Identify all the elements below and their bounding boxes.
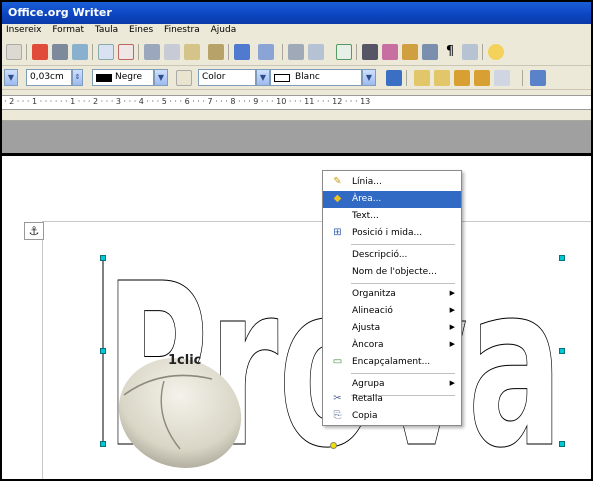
resize-handle-bottom-right[interactable]	[559, 441, 565, 447]
menu-item-label: Àrea...	[352, 194, 382, 204]
menu-item-alignment[interactable]: Alineació ▶	[323, 303, 461, 320]
menu-item-label: Encapçalament...	[352, 357, 431, 367]
caption-icon: ▭	[332, 356, 343, 367]
copy-icon: ⎘	[333, 410, 342, 421]
menu-item-label: Copia	[352, 411, 378, 421]
submenu-arrow-icon: ▶	[449, 306, 455, 314]
resize-handle-middle-right[interactable]	[559, 348, 565, 354]
menu-item-wrap[interactable]: Ajusta ▶	[323, 320, 461, 337]
submenu-arrow-icon: ▶	[449, 340, 455, 348]
menu-item-label: Línia...	[352, 177, 382, 187]
fontwork-object[interactable]: Prova	[2, 2, 593, 481]
menu-item-caption[interactable]: ▭ Encapçalament...	[323, 354, 461, 371]
fontwork-control-point[interactable]	[330, 442, 337, 449]
resize-handle-top-right[interactable]	[559, 255, 565, 261]
menu-item-arrange[interactable]: Organitza ▶	[323, 286, 461, 303]
menu-item-anchor[interactable]: Àncora ▶	[323, 337, 461, 354]
click-hint-label: 1clic	[168, 353, 202, 368]
area-fill-icon: ◆	[333, 193, 342, 204]
menu-item-text[interactable]: Text...	[323, 208, 461, 225]
menu-item-line[interactable]: ✎ Línia...	[323, 174, 461, 191]
context-menu: ✎ Línia... ◆ Àrea... Text... ⊞ Posició i…	[322, 170, 462, 426]
menu-item-label: Nom de l'objecte...	[352, 267, 437, 277]
menu-item-description[interactable]: Descripció...	[323, 247, 461, 264]
menu-item-label: Organitza	[352, 289, 396, 299]
menu-item-label: Agrupa	[352, 379, 385, 389]
menu-item-label: Àncora	[352, 340, 384, 350]
menu-item-position-size[interactable]: ⊞ Posició i mida...	[323, 225, 461, 242]
menu-separator	[351, 283, 455, 284]
menu-separator	[351, 373, 455, 374]
menu-item-label: Retalla	[352, 394, 383, 404]
writer-window: Office.org Writer Insereix Format Taula …	[0, 0, 593, 481]
menu-item-label: Descripció...	[352, 250, 408, 260]
menu-item-object-name[interactable]: Nom de l'objecte...	[323, 264, 461, 281]
menu-item-area[interactable]: ◆ Àrea...	[323, 191, 461, 208]
line-icon: ✎	[333, 176, 342, 187]
cut-icon: ✂	[333, 393, 342, 404]
menu-item-cut[interactable]: ✂ Retalla	[323, 391, 461, 408]
resize-handle-top-left[interactable]	[100, 255, 106, 261]
menu-item-label: Ajusta	[352, 323, 381, 333]
menu-item-copy[interactable]: ⎘ Copia	[323, 408, 461, 425]
menu-separator	[351, 244, 455, 245]
menu-item-label: Posició i mida...	[352, 228, 423, 238]
submenu-arrow-icon: ▶	[449, 323, 455, 331]
menu-item-label: Alineació	[352, 306, 393, 316]
submenu-arrow-icon: ▶	[449, 289, 455, 297]
position-size-icon: ⊞	[333, 227, 342, 238]
menu-item-label: Text...	[352, 211, 379, 221]
submenu-arrow-icon: ▶	[449, 379, 455, 387]
